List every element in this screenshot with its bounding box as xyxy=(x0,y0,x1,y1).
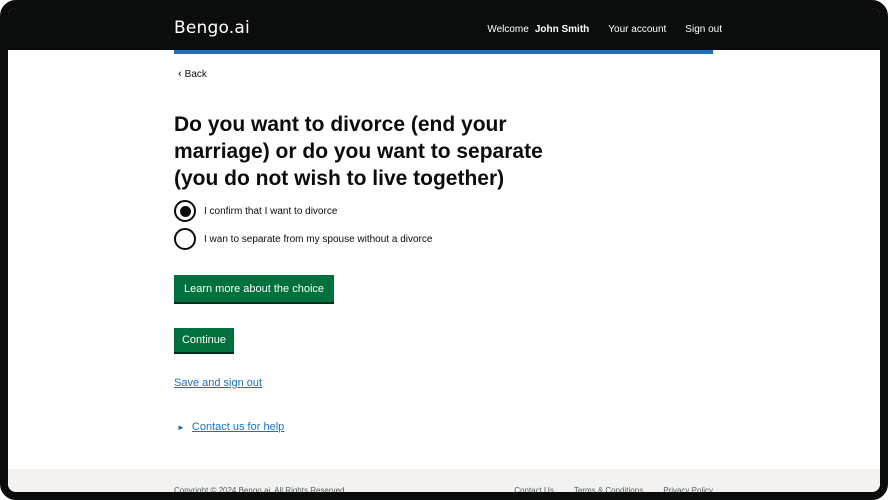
site-footer: Copyright © 2024 Bengo.ai. All Rights Re… xyxy=(8,469,880,495)
radio-option-label: I wan to separate from my spouse without… xyxy=(204,233,433,245)
header-accent-bar xyxy=(174,50,713,54)
footer-link-contact[interactable]: Contact Us xyxy=(514,486,554,492)
triangle-right-icon: ► xyxy=(177,422,185,432)
page-title: Do you want to divorce (end your marriag… xyxy=(174,113,543,190)
radio-dot xyxy=(179,205,191,217)
radio-option-separate[interactable]: I wan to separate from my spouse without… xyxy=(174,228,432,250)
logo[interactable]: Bengo.ai xyxy=(174,18,250,38)
back-link-label: Back xyxy=(184,69,207,80)
radio-selected-icon[interactable] xyxy=(174,200,196,222)
header-nav: Welcome John Smith Your account Sign out xyxy=(487,24,722,35)
welcome-label: Welcome xyxy=(487,24,529,35)
radio-option-label: I confirm that I want to divorce xyxy=(204,205,338,217)
chevron-left-icon: ‹ xyxy=(178,68,182,80)
footer-copyright: Copyright © 2024 Bengo.ai. All Rights Re… xyxy=(174,486,345,495)
your-account-link[interactable]: Your account xyxy=(608,24,666,35)
radio-option-divorce[interactable]: I confirm that I want to divorce xyxy=(174,200,337,222)
sign-out-link[interactable]: Sign out xyxy=(685,24,722,35)
footer-link-terms[interactable]: Terms & Conditions xyxy=(574,486,643,492)
footer-link-privacy[interactable]: Privacy Policy xyxy=(663,486,713,492)
help-disclosure[interactable]: ► Contact us for help xyxy=(177,421,284,433)
learn-more-button[interactable]: Learn more about the choice xyxy=(174,275,334,302)
save-and-sign-out-link[interactable]: Save and sign out xyxy=(174,377,262,389)
site-header: Bengo.ai Welcome John Smith Your account… xyxy=(8,8,880,50)
contact-help-link[interactable]: Contact us for help xyxy=(192,421,284,433)
footer-links: Contact Us Terms & Conditions Privacy Po… xyxy=(494,486,713,492)
radio-unselected-icon[interactable] xyxy=(174,228,196,250)
continue-button[interactable]: Continue xyxy=(174,328,234,352)
user-name: John Smith xyxy=(534,24,590,35)
back-link[interactable]: ‹ Back xyxy=(178,68,207,81)
app-window: Bengo.ai Welcome John Smith Your account… xyxy=(0,0,888,500)
